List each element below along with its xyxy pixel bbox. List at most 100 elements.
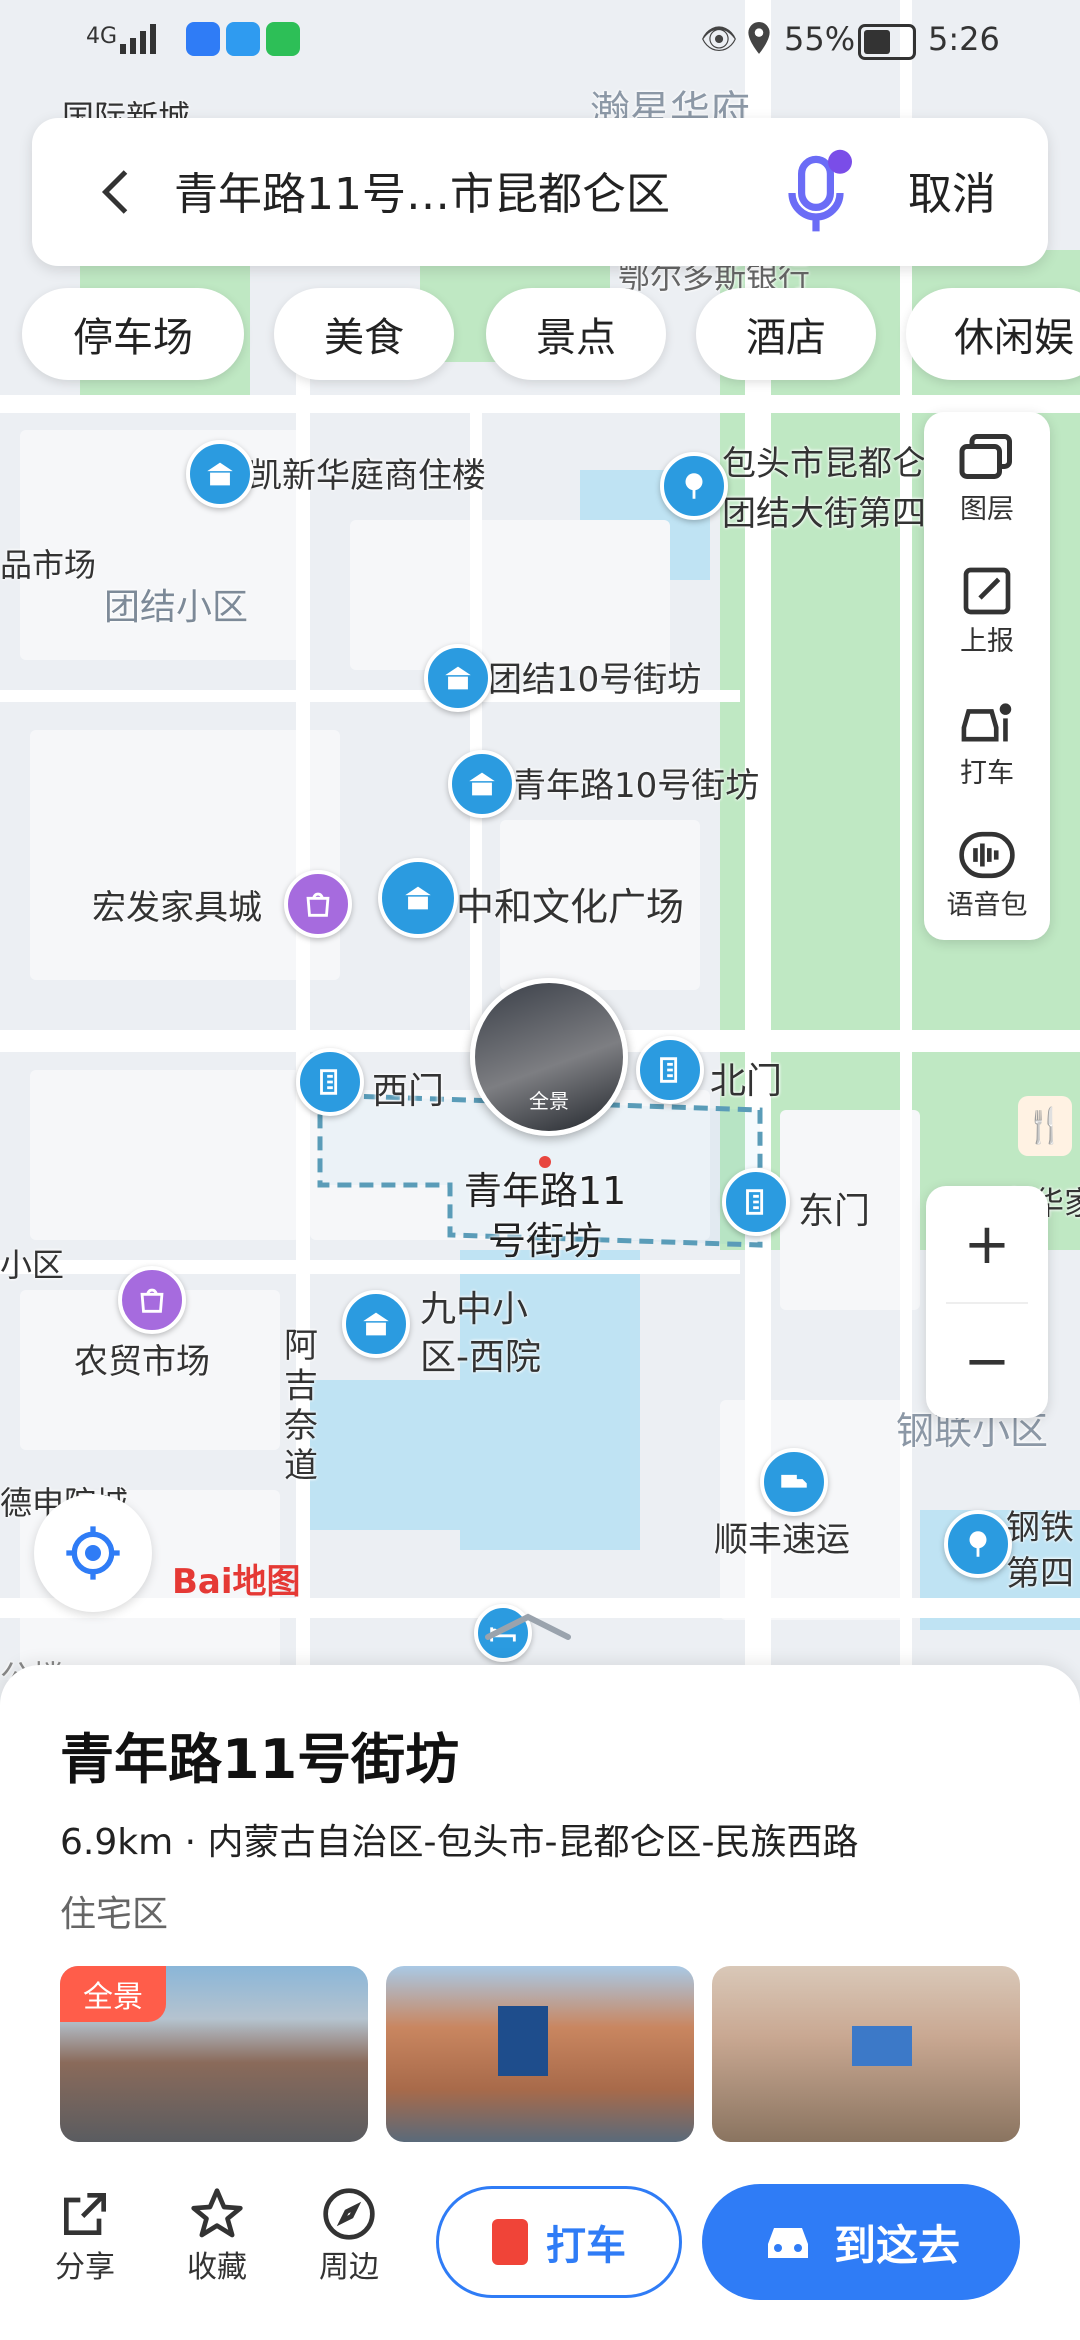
map-label: 团结10号街坊 bbox=[488, 660, 702, 700]
map-label: 第四 bbox=[1006, 1554, 1074, 1594]
park-poi-icon[interactable] bbox=[944, 1510, 1012, 1578]
place-photo[interactable] bbox=[712, 1966, 1020, 2142]
map-label: 团结小区 bbox=[104, 587, 249, 628]
map-label: 品市场 bbox=[0, 546, 97, 584]
street-sign-image bbox=[852, 2026, 912, 2066]
navigate-here-button[interactable]: 到这去 bbox=[702, 2184, 1020, 2300]
baidu-map-logo: Bai地图 bbox=[172, 1562, 301, 1602]
taxi-icon bbox=[961, 702, 1012, 741]
taxi-button[interactable]: 打车 bbox=[436, 2186, 682, 2298]
map-label: 中和文化广场 bbox=[456, 885, 685, 929]
map-label: 青年路10号街坊 bbox=[512, 766, 760, 806]
zoom-controls: + − bbox=[926, 1186, 1048, 1418]
map-label: 九中小区-西院 bbox=[420, 1289, 541, 1378]
sheet-handle-icon[interactable] bbox=[468, 1607, 588, 1647]
category-chip-food[interactable]: 美食 bbox=[274, 288, 454, 380]
taxi-red-envelope-icon bbox=[492, 2219, 528, 2265]
status-bar: 4G 👁 55% 5:26 bbox=[0, 0, 1080, 80]
car-icon bbox=[767, 2228, 808, 2258]
report-button[interactable]: 上报 bbox=[924, 544, 1050, 676]
search-bar: 青年路11号…市昆都仑区 取消 bbox=[32, 118, 1048, 266]
place-photo[interactable]: 全景 bbox=[60, 1966, 368, 2142]
map-label: 阿吉奈道 bbox=[284, 1326, 318, 1486]
place-photo[interactable] bbox=[386, 1966, 694, 2142]
microphone-icon bbox=[788, 149, 852, 232]
target-label: 青年路11号街坊 bbox=[463, 1169, 627, 1263]
taxi-tool-button[interactable]: 打车 bbox=[924, 676, 1050, 808]
layers-icon bbox=[959, 433, 1012, 479]
category-chip-leisure[interactable]: 休闲娱 bbox=[906, 288, 1080, 380]
place-address: 6.9km · 内蒙古自治区-包头市-昆都仑区-民族西路 bbox=[60, 1822, 859, 1863]
eye-icon: 👁 bbox=[700, 22, 739, 57]
building-poi-icon[interactable] bbox=[378, 858, 458, 938]
shopping-poi-icon[interactable] bbox=[284, 870, 352, 938]
voice-pack-label: 语音包 bbox=[946, 889, 1028, 921]
building-poi-icon[interactable] bbox=[448, 750, 516, 818]
layers-label: 图层 bbox=[960, 493, 1014, 525]
gate-entrance-icon[interactable] bbox=[722, 1168, 790, 1236]
voice-pack-button[interactable]: 语音包 bbox=[924, 808, 1050, 940]
map-label: 顺丰速运 bbox=[714, 1520, 850, 1560]
search-query[interactable]: 青年路11号…市昆都仑区 bbox=[174, 158, 670, 222]
panorama-thumbnail[interactable]: 全景 bbox=[470, 978, 628, 1136]
voice-search-button[interactable] bbox=[780, 148, 852, 238]
navigate-here-label: 到这去 bbox=[833, 2220, 960, 2270]
place-category: 住宅区 bbox=[60, 1894, 169, 1935]
gate-entrance-icon[interactable] bbox=[636, 1036, 704, 1104]
cancel-button[interactable]: 取消 bbox=[908, 158, 996, 222]
battery-icon bbox=[858, 24, 916, 60]
map-label: 农贸市场 bbox=[74, 1342, 210, 1382]
building-poi-icon[interactable] bbox=[186, 440, 254, 508]
panorama-badge: 全景 bbox=[60, 1966, 166, 2022]
signal-icon bbox=[120, 22, 170, 54]
delivery-poi-icon[interactable] bbox=[760, 1448, 828, 1516]
gate-entrance-icon[interactable] bbox=[296, 1048, 364, 1116]
favorite-button[interactable]: 收藏 bbox=[172, 2186, 262, 2286]
building-poi-icon[interactable] bbox=[424, 644, 492, 712]
clock: 5:26 bbox=[928, 20, 1000, 58]
category-chip-scenic[interactable]: 景点 bbox=[486, 288, 666, 380]
map-label: 北门 bbox=[710, 1061, 783, 1102]
food-poi-icon[interactable]: 🍴 bbox=[1018, 1096, 1072, 1156]
back-button[interactable] bbox=[88, 162, 148, 222]
favorite-label: 收藏 bbox=[187, 2250, 247, 2285]
location-icon bbox=[746, 22, 772, 56]
place-title: 青年路11号街坊 bbox=[60, 1728, 460, 1791]
shopping-poi-icon[interactable] bbox=[118, 1266, 186, 1334]
chevron-left-icon bbox=[101, 170, 128, 214]
search-app-notification-icon bbox=[226, 22, 260, 56]
nearby-button[interactable]: 周边 bbox=[304, 2186, 394, 2286]
crosshair-icon bbox=[66, 1526, 120, 1580]
report-label: 上报 bbox=[960, 625, 1014, 657]
share-button[interactable]: 分享 bbox=[40, 2186, 130, 2286]
park-poi-icon[interactable] bbox=[660, 452, 728, 520]
network-indicator: 4G bbox=[86, 24, 118, 49]
app-notification-icon bbox=[186, 22, 220, 56]
map-label: 凯新华庭商住楼 bbox=[248, 456, 486, 496]
nearby-label: 周边 bbox=[319, 2250, 379, 2285]
zoom-in-button[interactable]: + bbox=[926, 1186, 1048, 1302]
panorama-label: 全景 bbox=[529, 1089, 569, 1113]
share-icon bbox=[64, 2193, 106, 2235]
report-edit-icon bbox=[963, 567, 1011, 614]
locate-me-button[interactable] bbox=[34, 1494, 152, 1612]
street-sign-image bbox=[498, 2006, 548, 2076]
layers-button[interactable]: 图层 bbox=[924, 412, 1050, 544]
message-app-notification-icon bbox=[266, 22, 300, 56]
map-tools-panel: 图层 上报 打车 语音包 bbox=[924, 412, 1050, 940]
map-label: 东门 bbox=[798, 1191, 871, 1232]
taxi-tool-label: 打车 bbox=[960, 757, 1014, 789]
map-label: 宏发家具城 bbox=[92, 888, 262, 928]
share-label: 分享 bbox=[55, 2250, 115, 2285]
star-icon bbox=[191, 2188, 243, 2238]
map-label: 团结大街第四 bbox=[722, 494, 926, 534]
zoom-out-button[interactable]: − bbox=[926, 1304, 1048, 1418]
compass-icon bbox=[323, 2188, 375, 2240]
category-chip-parking[interactable]: 停车场 bbox=[22, 288, 244, 380]
map-label: 包头市昆都仑 bbox=[722, 444, 926, 484]
battery-percent: 55% bbox=[784, 20, 856, 58]
map-label: 钢铁 bbox=[1006, 1508, 1074, 1548]
building-poi-icon[interactable] bbox=[342, 1290, 410, 1358]
category-chip-hotel[interactable]: 酒店 bbox=[696, 288, 876, 380]
map-label: 西门 bbox=[372, 1071, 445, 1112]
